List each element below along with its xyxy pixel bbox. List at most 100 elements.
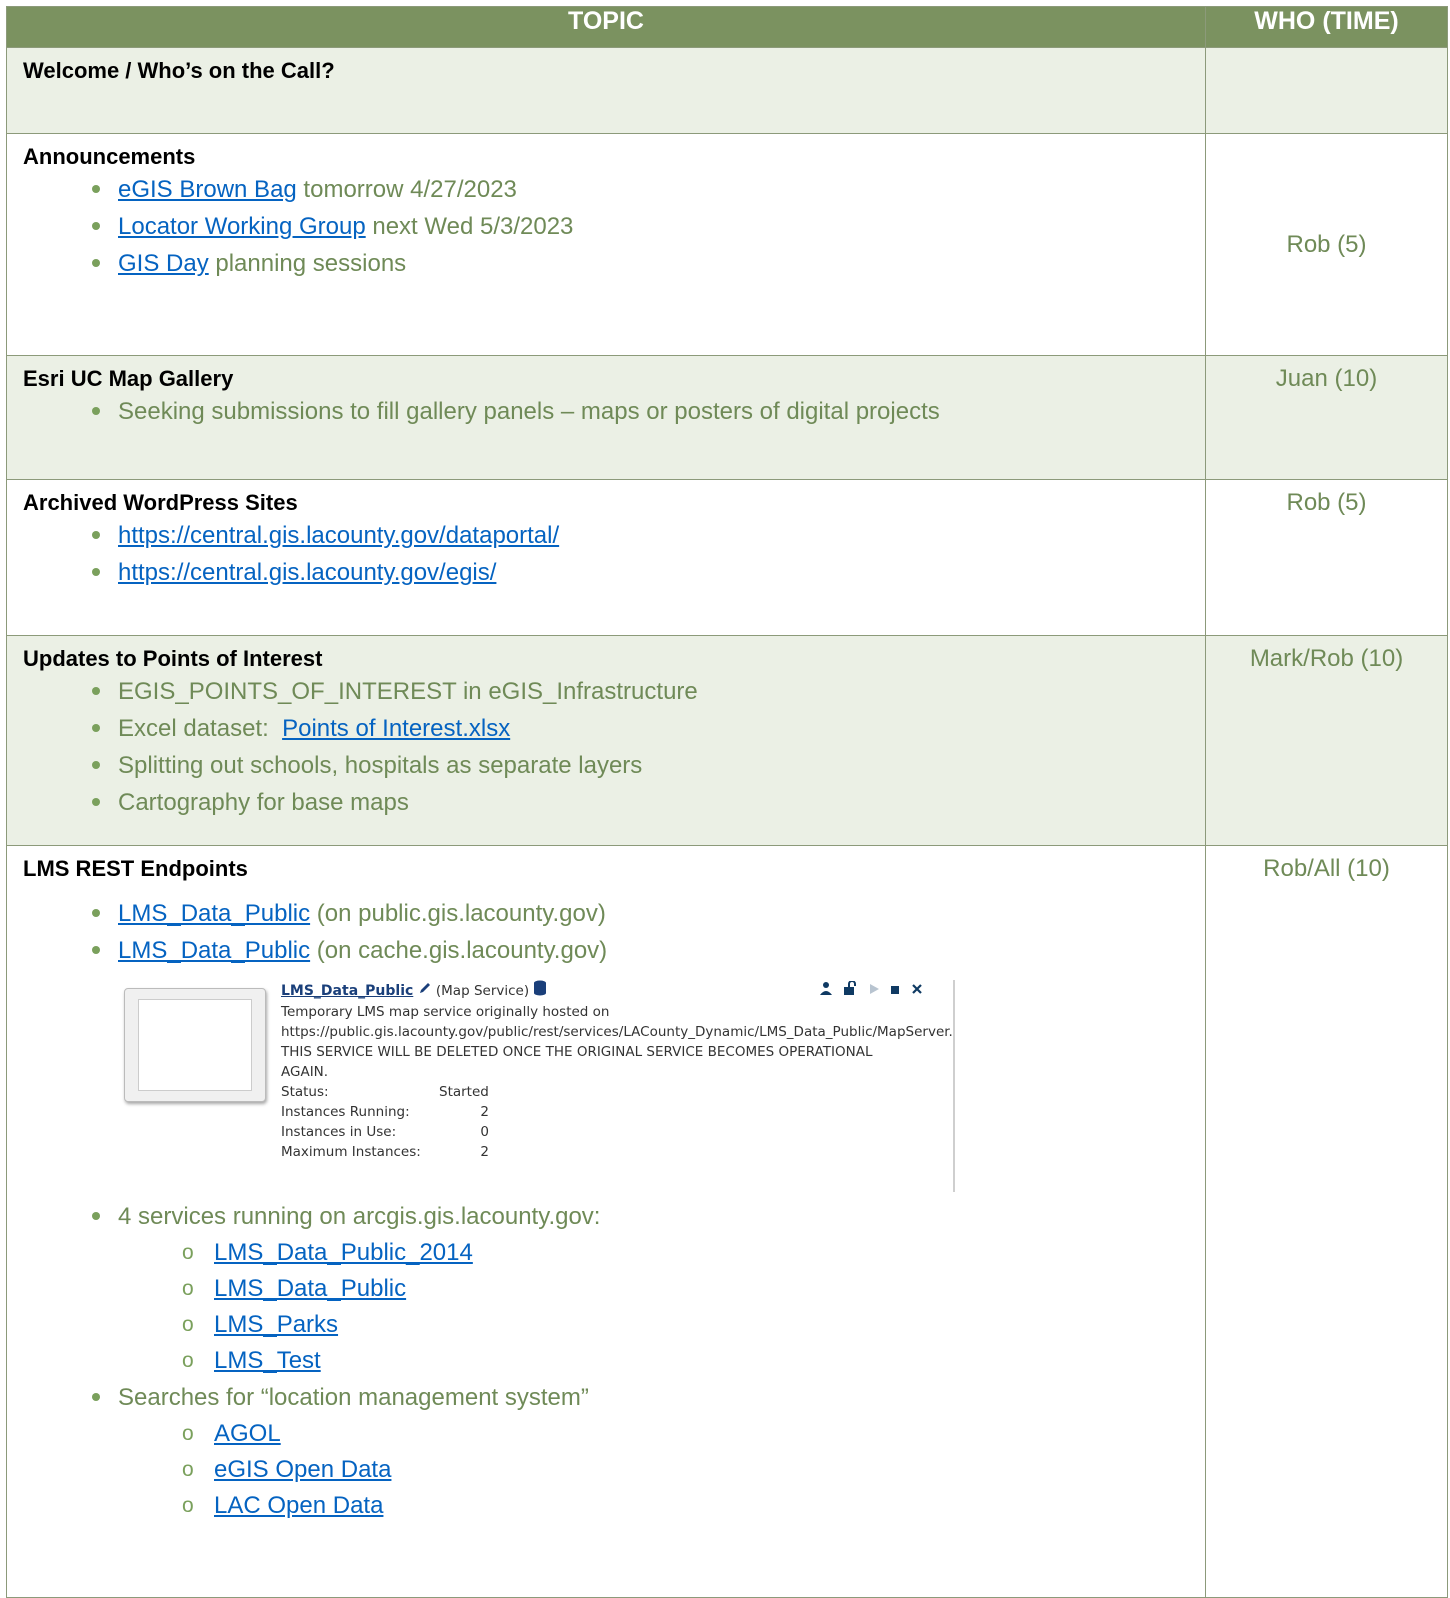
agenda-row-welcome: Welcome / Who’s on the Call?: [6, 47, 1448, 134]
lms-test-link[interactable]: LMS_Test: [214, 1347, 321, 1374]
wordpress-list: https://central.gis.lacounty.gov/datapor…: [7, 517, 1205, 591]
sub-list-item: LMS_Data_Public: [7, 1271, 1205, 1307]
service-type: (Map Service): [435, 983, 530, 999]
lac-open-data-link[interactable]: LAC Open Data: [214, 1492, 383, 1519]
status-row: Status: Started: [281, 1082, 971, 1102]
gis-day-link[interactable]: GIS Day: [118, 250, 209, 277]
topic-header: TOPIC: [6, 6, 1206, 48]
egis-open-data-link[interactable]: eGIS Open Data: [214, 1456, 391, 1483]
pencil-icon[interactable]: [418, 981, 432, 1001]
database-icon: [533, 980, 547, 1002]
poi-list: EGIS_POINTS_OF_INTEREST in eGIS_Infrastr…: [7, 673, 1205, 821]
sub-list-item: LAC Open Data: [7, 1488, 1205, 1524]
row-who: Rob/All (10): [1263, 855, 1390, 882]
play-icon[interactable]: [868, 983, 890, 999]
announcement-list: eGIS Brown Bag tomorrow 4/27/2023 Locato…: [7, 171, 1205, 282]
list-item-text: next Wed 5/3/2023: [365, 213, 574, 240]
egis-site-link[interactable]: https://central.gis.lacounty.gov/egis/: [118, 559, 496, 586]
stat-label: Maximum Instances:: [281, 1144, 421, 1160]
agenda-row-announcements: Announcements eGIS Brown Bag tomorrow 4/…: [6, 133, 1448, 356]
running-row: Instances Running: 2: [281, 1102, 971, 1122]
row-who: Mark/Rob (10): [1249, 645, 1404, 672]
stat-value: 2: [480, 1104, 489, 1120]
list-item: LMS_Data_Public (on cache.gis.lacounty.g…: [7, 932, 1205, 969]
list-item: Cartography for base maps: [7, 784, 1205, 821]
sub-list-item: LMS_Data_Public_2014: [7, 1235, 1205, 1271]
service-card-screenshot: LMS_Data_Public (Map Service) Temporary …: [119, 980, 964, 1192]
stat-value: 2: [480, 1144, 489, 1160]
list-item: https://central.gis.lacounty.gov/egis/: [7, 554, 1205, 591]
row-who: Rob (5): [1286, 489, 1367, 516]
list-item: GIS Day planning sessions: [7, 245, 1205, 282]
lms-public-link[interactable]: LMS_Data_Public: [118, 900, 310, 927]
stat-label: Instances Running:: [281, 1104, 410, 1120]
list-item-text: (on cache.gis.lacounty.gov): [310, 937, 608, 964]
service-desc: AGAIN.: [281, 1064, 329, 1080]
stat-label: Status:: [281, 1084, 329, 1100]
lms-data-public-link[interactable]: LMS_Data_Public: [214, 1275, 406, 1302]
service-thumbnail: [124, 988, 266, 1102]
esri-list: Seeking submissions to fill gallery pane…: [7, 393, 1205, 430]
lms-searches-list: Searches for “location management system…: [7, 1379, 1205, 1416]
list-item: 4 services running on arcgis.gis.lacount…: [7, 1198, 1205, 1235]
unlock-icon[interactable]: [843, 980, 867, 999]
service-desc: THIS SERVICE WILL BE DELETED ONCE THE OR…: [281, 1044, 873, 1060]
stop-icon[interactable]: [890, 983, 910, 999]
max-row: Maximum Instances: 2: [281, 1142, 971, 1162]
service-divider: [953, 980, 955, 1192]
row-title: Archived WordPress Sites: [23, 490, 298, 515]
list-item-text: tomorrow 4/27/2023: [296, 176, 517, 203]
list-item: LMS_Data_Public (on public.gis.lacounty.…: [7, 895, 1205, 932]
service-info: LMS_Data_Public (Map Service) Temporary …: [281, 980, 971, 1162]
lms-endpoint-list: LMS_Data_Public (on public.gis.lacounty.…: [7, 895, 1205, 969]
lms-cache-link[interactable]: LMS_Data_Public: [118, 937, 310, 964]
row-title: Esri UC Map Gallery: [23, 366, 234, 391]
dataportal-link[interactable]: https://central.gis.lacounty.gov/datapor…: [118, 522, 559, 549]
close-icon[interactable]: [911, 983, 923, 999]
stat-value: 0: [480, 1124, 489, 1140]
service-name-link[interactable]: LMS_Data_Public: [281, 983, 413, 999]
list-item-text: planning sessions: [208, 250, 407, 277]
sub-list-item: AGOL: [7, 1416, 1205, 1452]
agenda-table: TOPIC WHO (TIME) Welcome / Who’s on the …: [6, 6, 1448, 1598]
stat-label: Instances in Use:: [281, 1124, 397, 1140]
list-item: Splitting out schools, hospitals as sepa…: [7, 747, 1205, 784]
user-icon[interactable]: [819, 982, 843, 999]
agol-link[interactable]: AGOL: [214, 1420, 281, 1447]
list-item-text: Excel dataset:: [118, 715, 283, 742]
row-title: Welcome / Who’s on the Call?: [23, 58, 335, 83]
row-who: Juan (10): [1275, 365, 1378, 392]
lms-services-list: 4 services running on arcgis.gis.lacount…: [7, 1198, 1205, 1235]
list-item: Locator Working Group next Wed 5/3/2023: [7, 208, 1205, 245]
lms-parks-link[interactable]: LMS_Parks: [214, 1311, 338, 1338]
service-desc: Temporary LMS map service originally hos…: [281, 1004, 610, 1020]
agenda-row-lms: LMS REST Endpoints LMS_Data_Public (on p…: [6, 845, 1448, 1598]
list-item: Excel dataset: Points of Interest.xlsx: [7, 710, 1205, 747]
list-item: EGIS_POINTS_OF_INTEREST in eGIS_Infrastr…: [7, 673, 1205, 710]
points-of-interest-xlsx-link[interactable]: Points of Interest.xlsx: [282, 715, 510, 742]
sub-list-item: LMS_Test: [7, 1343, 1205, 1379]
agenda-row-esri-uc: Esri UC Map Gallery Seeking submissions …: [6, 355, 1448, 480]
list-item: Searches for “location management system…: [7, 1379, 1205, 1416]
lms-services-sublist: LMS_Data_Public_2014 LMS_Data_Public LMS…: [7, 1235, 1205, 1379]
list-item-text: (on public.gis.lacounty.gov): [310, 900, 606, 927]
row-title: Updates to Points of Interest: [23, 646, 323, 671]
agenda-row-poi: Updates to Points of Interest EGIS_POINT…: [6, 635, 1448, 846]
sub-list-item: eGIS Open Data: [7, 1452, 1205, 1488]
list-item: https://central.gis.lacounty.gov/datapor…: [7, 517, 1205, 554]
row-title: Announcements: [23, 144, 196, 169]
locator-working-group-link[interactable]: Locator Working Group: [118, 213, 366, 240]
lms-data-public-2014-link[interactable]: LMS_Data_Public_2014: [214, 1239, 473, 1266]
row-title: LMS REST Endpoints: [23, 856, 248, 881]
stat-value: Started: [439, 1084, 489, 1100]
list-item: Seeking submissions to fill gallery pane…: [7, 393, 1205, 430]
egis-brown-bag-link[interactable]: eGIS Brown Bag: [118, 176, 297, 203]
agenda-row-wordpress: Archived WordPress Sites https://central…: [6, 479, 1448, 636]
service-desc: https://public.gis.lacounty.gov/public/r…: [281, 1024, 953, 1040]
sub-list-item: LMS_Parks: [7, 1307, 1205, 1343]
service-controls: [819, 980, 923, 999]
list-item: eGIS Brown Bag tomorrow 4/27/2023: [7, 171, 1205, 208]
who-header: WHO (TIME): [1205, 6, 1448, 48]
inuse-row: Instances in Use: 0: [281, 1122, 971, 1142]
lms-searches-sublist: AGOL eGIS Open Data LAC Open Data: [7, 1416, 1205, 1524]
